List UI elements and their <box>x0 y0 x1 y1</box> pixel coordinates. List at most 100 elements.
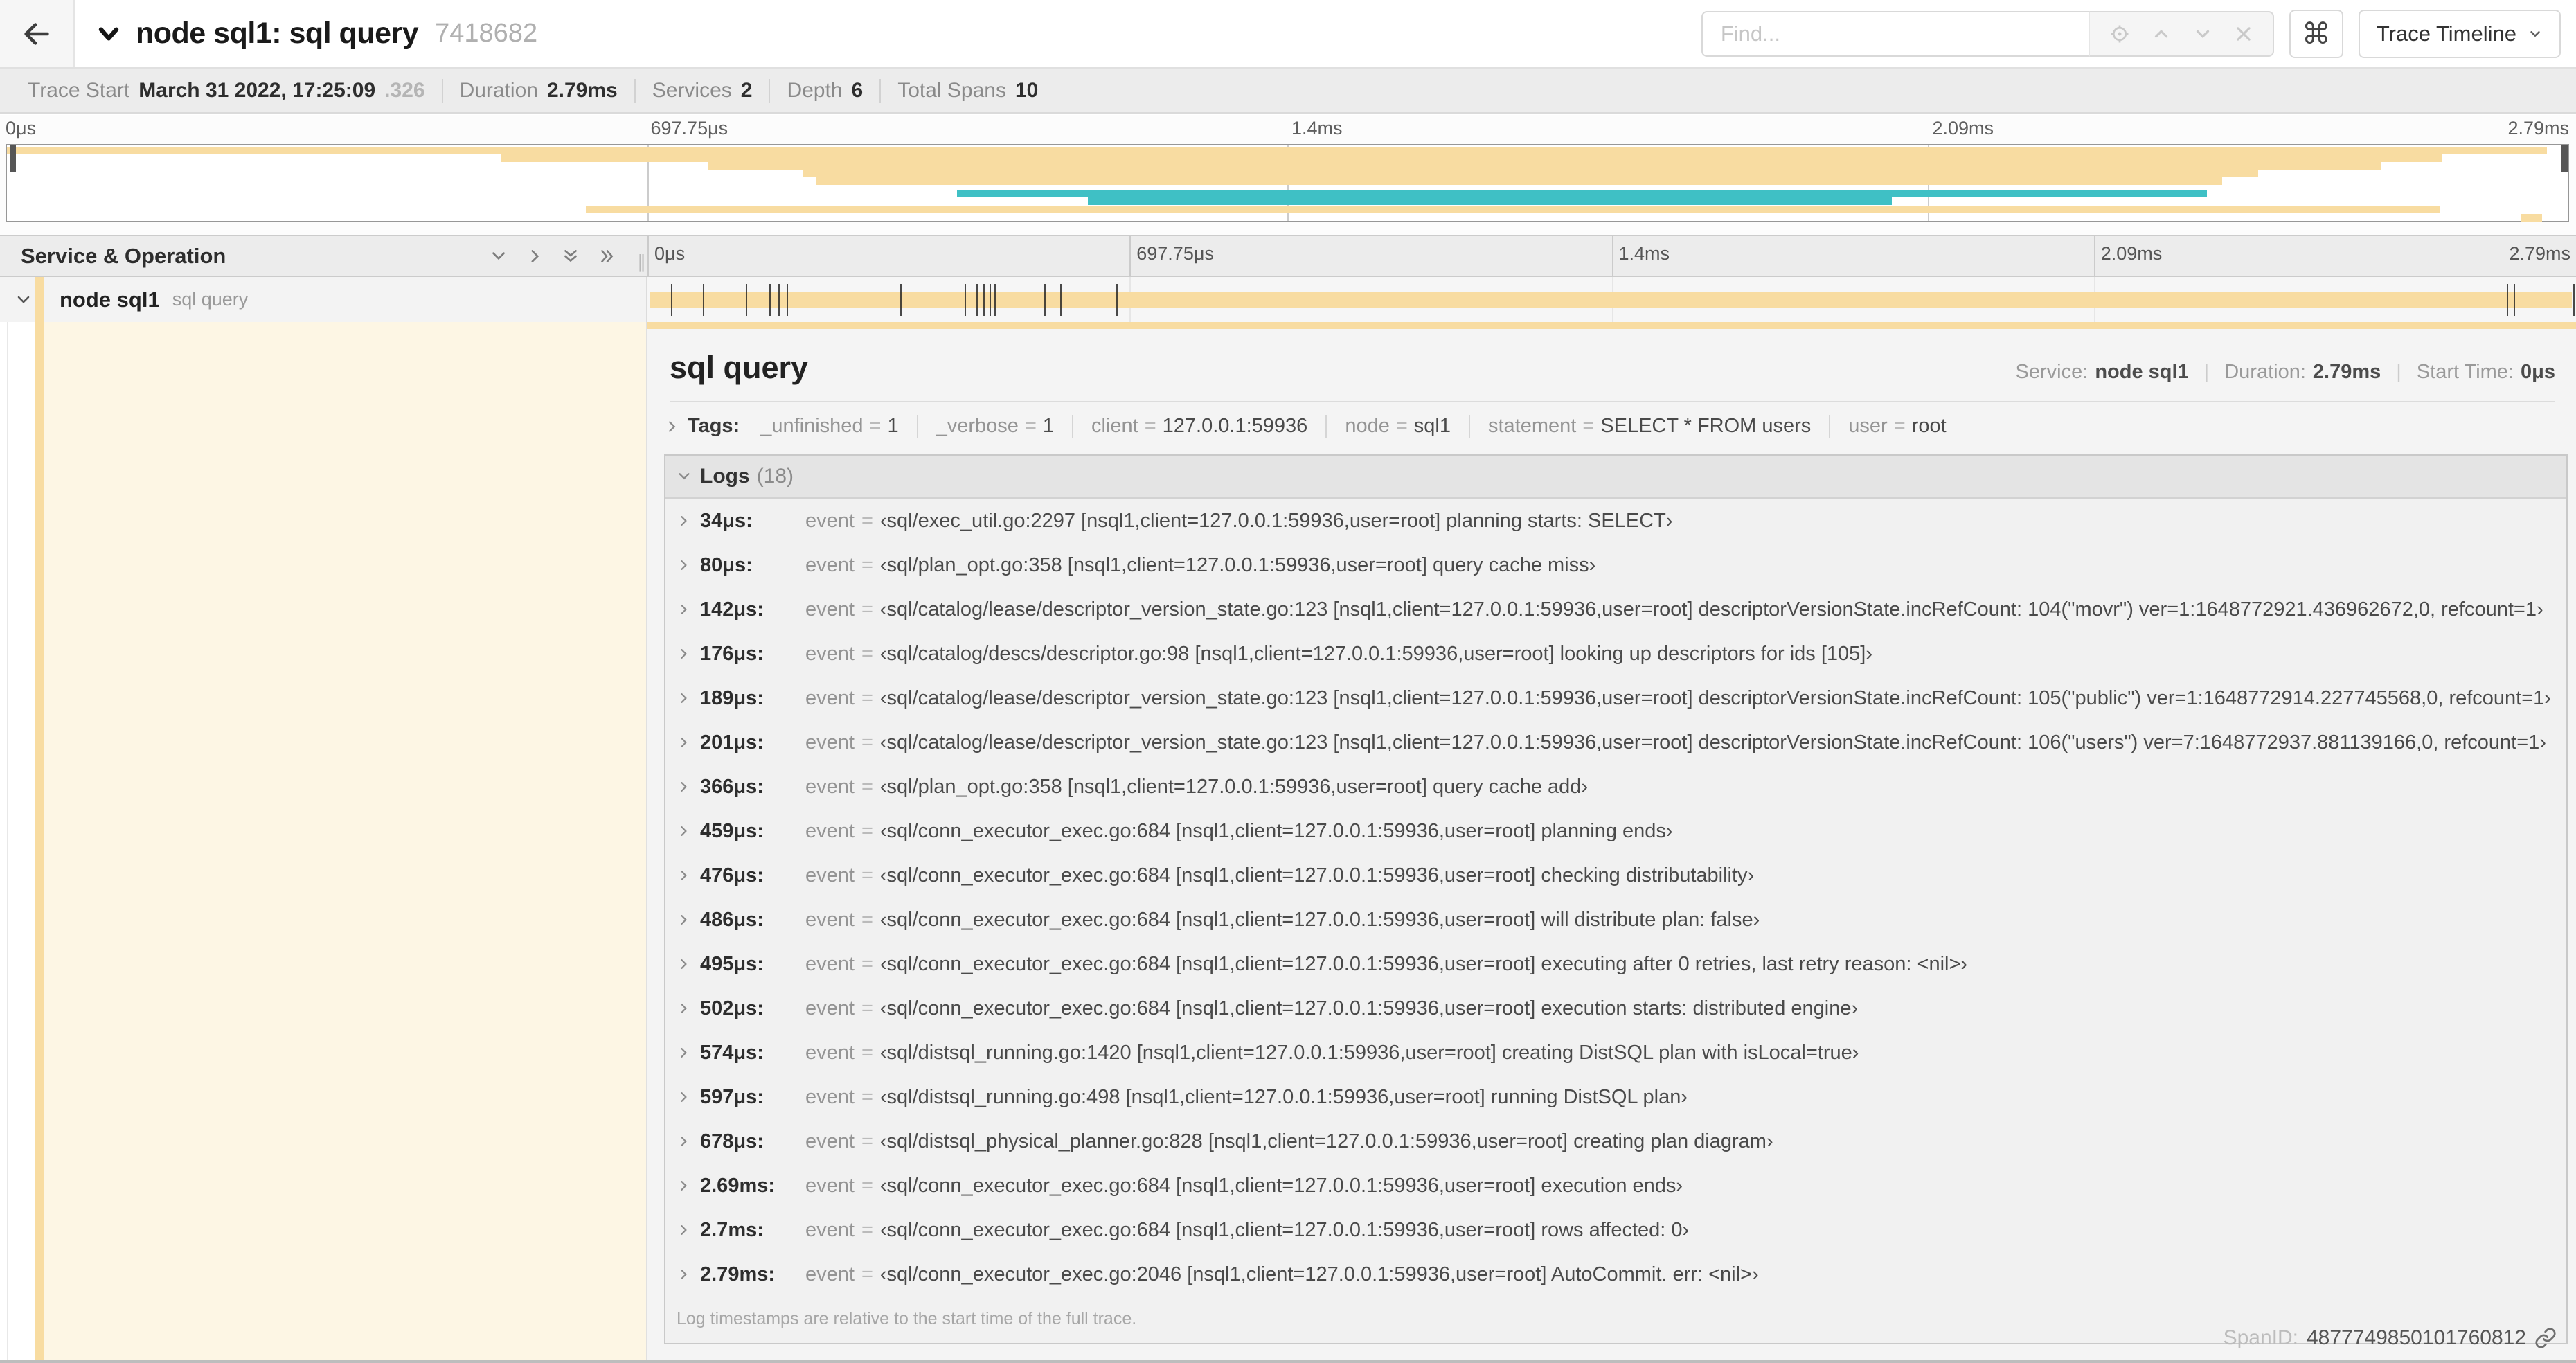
log-row[interactable]: 476μs: event = ‹sql/conn_executor_exec.go:6… <box>665 853 2566 898</box>
log-row[interactable]: 495μs: event = ‹sql/conn_executor_exec.go:6… <box>665 942 2566 986</box>
log-marker-tick[interactable] <box>670 283 672 316</box>
command-icon: ⌘ <box>2301 17 2331 50</box>
log-timestamp: 486μs: <box>700 908 764 931</box>
minimap-tick-label: 2.09ms <box>1932 118 1994 139</box>
log-marker-tick[interactable] <box>702 283 704 316</box>
log-marker-tick[interactable] <box>976 283 978 316</box>
log-row[interactable]: 597μs: event = ‹sql/distsql_running.go:498 … <box>665 1075 2566 1119</box>
log-message: ‹sql/plan_opt.go:358 [nsql1,client=127.0… <box>879 775 1589 798</box>
log-chevron-right-icon[interactable] <box>677 603 690 616</box>
log-marker-tick[interactable] <box>994 283 996 316</box>
log-equals: = <box>861 864 873 887</box>
collapse-trace-chevron-down-icon[interactable] <box>96 21 122 47</box>
log-row[interactable]: 34μs: event = ‹sql/exec_util.go:2297 [nsql1… <box>665 499 2566 543</box>
timeline-minimap[interactable] <box>6 144 2569 222</box>
log-row[interactable]: 502μs: event = ‹sql/conn_executor_exec.go:6… <box>665 986 2566 1031</box>
log-marker-tick[interactable] <box>990 283 992 316</box>
tag-item[interactable]: node = sql1 <box>1325 415 1469 438</box>
log-marker-tick[interactable] <box>965 283 967 316</box>
log-chevron-right-icon[interactable] <box>677 1179 690 1193</box>
log-marker-tick[interactable] <box>1059 283 1062 316</box>
find-clear-close-icon[interactable] <box>2234 24 2253 44</box>
log-chevron-right-icon[interactable] <box>677 558 690 572</box>
column-resizer-handle[interactable]: ∥ <box>637 251 646 273</box>
log-row[interactable]: 678μs: event = ‹sql/distsql_physical_planne… <box>665 1119 2566 1164</box>
tag-item[interactable]: _unfinished = 1 <box>742 415 916 438</box>
find-prev-chevron-up-icon[interactable] <box>2151 24 2172 44</box>
log-marker-tick[interactable] <box>786 283 788 316</box>
collapse-one-chevron-down-icon[interactable] <box>490 247 508 265</box>
minimap-tick-label: 0μs <box>6 118 37 139</box>
trace-view-dropdown[interactable]: Trace Timeline <box>2358 9 2561 58</box>
log-chevron-right-icon[interactable] <box>677 514 690 528</box>
log-chevron-right-icon[interactable] <box>677 691 690 705</box>
log-row[interactable]: 201μs: event = ‹sql/catalog/lease/descripto… <box>665 720 2566 765</box>
span-row-name-cell[interactable]: node sql1 sql query <box>0 277 647 322</box>
log-row[interactable]: 2.79ms: event = ‹sql/conn_executor_exec.go:… <box>665 1252 2566 1297</box>
log-field-key: event <box>805 686 855 709</box>
log-chevron-right-icon[interactable] <box>677 1134 690 1148</box>
log-marker-tick[interactable] <box>2514 283 2516 316</box>
tag-item[interactable]: statement = SELECT * FROM users <box>1468 415 1829 438</box>
span-collapse-chevron-down-icon[interactable] <box>15 292 32 308</box>
minimap-left-scrubber-handle[interactable] <box>10 145 16 172</box>
span-duration-bar[interactable] <box>649 292 2573 308</box>
back-button[interactable] <box>0 0 75 67</box>
log-marker-tick[interactable] <box>1044 283 1046 316</box>
log-chevron-right-icon[interactable] <box>677 1223 690 1237</box>
find-next-chevron-down-icon[interactable] <box>2192 24 2213 44</box>
tag-item[interactable]: client = 127.0.0.1:59936 <box>1072 415 1325 438</box>
log-row[interactable]: 366μs: event = ‹sql/plan_opt.go:358 [nsql1,… <box>665 765 2566 809</box>
logs-accordion-header[interactable]: Logs (18) <box>665 456 2566 499</box>
span-id-label: SpanID: <box>2223 1326 2298 1349</box>
log-row[interactable]: 574μs: event = ‹sql/distsql_running.go:1420… <box>665 1031 2566 1075</box>
log-chevron-right-icon[interactable] <box>677 1267 690 1281</box>
expand-one-chevron-right-icon[interactable] <box>526 247 544 265</box>
log-marker-tick[interactable] <box>2507 283 2509 316</box>
expand-all-double-chevron-right-icon[interactable] <box>598 247 616 265</box>
deep-link-icon[interactable] <box>2534 1327 2557 1349</box>
log-chevron-right-icon[interactable] <box>677 780 690 794</box>
locate-icon[interactable] <box>2109 24 2130 44</box>
tag-equals: = <box>1582 415 1595 437</box>
log-chevron-right-icon[interactable] <box>677 1001 690 1015</box>
log-row[interactable]: 2.7ms: event = ‹sql/conn_executor_exec.go:6… <box>665 1208 2566 1252</box>
log-row[interactable]: 80μs: event = ‹sql/plan_opt.go:358 [nsql1,c… <box>665 543 2566 587</box>
log-row[interactable]: 459μs: event = ‹sql/conn_executor_exec.go:6… <box>665 809 2566 853</box>
minimap-span-bar <box>956 190 2207 197</box>
log-row[interactable]: 486μs: event = ‹sql/conn_executor_exec.go:6… <box>665 898 2566 942</box>
keyboard-shortcuts-button[interactable]: ⌘ <box>2289 9 2343 58</box>
log-marker-tick[interactable] <box>745 283 747 316</box>
find-input[interactable] <box>1701 10 2089 57</box>
log-equals: = <box>861 731 873 754</box>
log-chevron-right-icon[interactable] <box>677 1046 690 1060</box>
tag-item[interactable]: user = root <box>1829 415 1964 438</box>
log-row[interactable]: 189μs: event = ‹sql/catalog/lease/descripto… <box>665 676 2566 720</box>
log-timestamp: 142μs: <box>700 598 764 621</box>
log-chevron-right-icon[interactable] <box>677 824 690 838</box>
minimap-right-scrubber-handle[interactable] <box>2561 145 2568 172</box>
log-marker-tick[interactable] <box>769 283 771 316</box>
logs-label: Logs <box>700 465 750 488</box>
log-marker-tick[interactable] <box>983 283 985 316</box>
log-marker-tick[interactable] <box>1116 283 1118 316</box>
log-chevron-right-icon[interactable] <box>677 647 690 661</box>
log-row[interactable]: 2.69ms: event = ‹sql/conn_executor_exec.go:… <box>665 1164 2566 1208</box>
log-field-key: event <box>805 598 855 621</box>
log-marker-tick[interactable] <box>778 283 780 316</box>
log-marker-tick[interactable] <box>900 283 902 316</box>
log-chevron-right-icon[interactable] <box>677 913 690 927</box>
log-chevron-right-icon[interactable] <box>677 736 690 749</box>
collapse-all-double-chevron-down-icon[interactable] <box>562 247 580 265</box>
log-marker-tick[interactable] <box>2573 283 2575 316</box>
span-detail-panel: sql query Service: node sql1 | Duration: 2.7… <box>647 322 2576 1360</box>
tags-accordion[interactable]: Tags: _unfinished = 1 _verbose = 1 client = 127.… <box>647 402 2576 447</box>
log-chevron-right-icon[interactable] <box>677 957 690 971</box>
log-chevron-right-icon[interactable] <box>677 868 690 882</box>
log-row[interactable]: 176μs: event = ‹sql/catalog/descs/descripto… <box>665 632 2566 676</box>
summary-label: Services <box>652 78 732 102</box>
log-chevron-right-icon[interactable] <box>677 1090 690 1104</box>
tag-item[interactable]: _verbose = 1 <box>916 415 1072 438</box>
log-row[interactable]: 142μs: event = ‹sql/catalog/lease/descripto… <box>665 587 2566 632</box>
tag-key: _verbose <box>936 415 1019 437</box>
